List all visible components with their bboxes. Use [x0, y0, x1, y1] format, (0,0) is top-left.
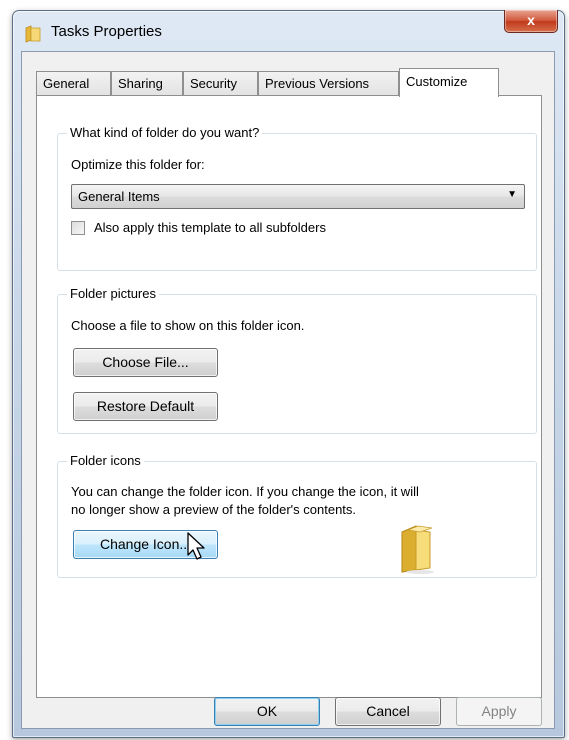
customize-panel: What kind of folder do you want? Optimiz…: [36, 95, 542, 698]
cancel-button[interactable]: Cancel: [335, 697, 441, 726]
tab-customize[interactable]: Customize: [399, 68, 499, 97]
dialog-client-area: General Sharing Security Previous Versio…: [21, 51, 555, 729]
folder-type-legend: What kind of folder do you want?: [67, 125, 263, 140]
tab-previous-versions[interactable]: Previous Versions: [258, 71, 399, 96]
folder-pictures-legend: Folder pictures: [67, 286, 159, 301]
folder-pictures-group: Folder pictures Choose a file to show on…: [57, 286, 537, 434]
optimize-label: Optimize this folder for:: [71, 157, 205, 172]
apply-button[interactable]: Apply: [456, 697, 542, 726]
folder-preview-icon: [401, 525, 434, 574]
folder-type-selected: General Items: [78, 189, 160, 204]
title-bar[interactable]: Tasks Properties x: [13, 10, 564, 51]
folder-icons-description-line1: You can change the folder icon. If you c…: [71, 484, 419, 499]
apply-subfolders-label[interactable]: Also apply this template to all subfolde…: [94, 220, 326, 235]
folder-type-dropdown[interactable]: General Items ▼: [71, 184, 525, 209]
tab-security[interactable]: Security: [183, 71, 258, 96]
close-icon: x: [527, 12, 535, 28]
mouse-pointer-icon: [187, 532, 205, 560]
tab-general[interactable]: General: [36, 71, 111, 96]
tab-sharing[interactable]: Sharing: [111, 71, 183, 96]
folder-icons-description-line2: no longer show a preview of the folder's…: [71, 502, 357, 517]
window-title: Tasks Properties: [51, 23, 162, 40]
chevron-down-icon: ▼: [507, 189, 517, 200]
apply-subfolders-checkbox[interactable]: [71, 221, 85, 235]
folder-icon: [25, 25, 41, 43]
properties-window: Tasks Properties x General Sharing Secur…: [12, 10, 565, 738]
close-button[interactable]: x: [504, 10, 558, 33]
ok-button[interactable]: OK: [214, 697, 320, 726]
folder-type-group: What kind of folder do you want? Optimiz…: [57, 125, 537, 271]
choose-file-button[interactable]: Choose File...: [73, 348, 218, 377]
folder-icons-legend: Folder icons: [67, 453, 144, 468]
folder-icons-group: Folder icons You can change the folder i…: [57, 453, 537, 578]
folder-pictures-description: Choose a file to show on this folder ico…: [71, 318, 305, 333]
restore-default-button[interactable]: Restore Default: [73, 392, 218, 421]
